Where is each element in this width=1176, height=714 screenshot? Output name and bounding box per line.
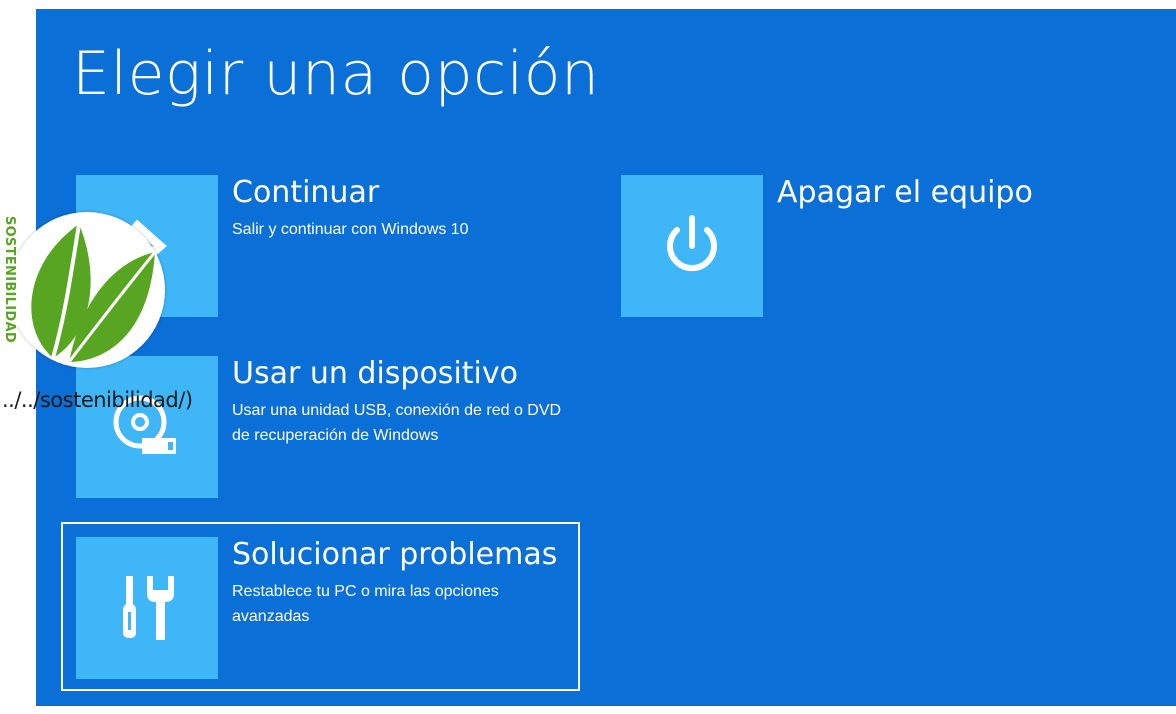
- shutdown-option[interactable]: Apagar el equipo: [621, 175, 1101, 317]
- use-device-tile: [76, 356, 218, 498]
- sustainability-link[interactable]: ../../sostenibilidad/): [2, 388, 193, 412]
- sustainability-badge[interactable]: SOSTENIBILIDAD: [0, 210, 170, 375]
- troubleshoot-tile: [76, 537, 218, 679]
- use-device-title: Usar un dispositivo: [232, 356, 518, 391]
- shutdown-title: Apagar el equipo: [777, 175, 1033, 210]
- page-title: Elegir una opción: [72, 39, 600, 109]
- troubleshoot-option[interactable]: Solucionar problemas Restablece tu PC o …: [76, 537, 616, 679]
- use-device-description: Usar una unidad USB, conexión de red o D…: [232, 402, 562, 444]
- recovery-screen: Elegir una opción Continuar Salir y cont…: [36, 9, 1176, 706]
- troubleshoot-description: Restablece tu PC o mira las opciones ava…: [232, 583, 499, 625]
- badge-label: SOSTENIBILIDAD: [2, 216, 17, 343]
- troubleshoot-title: Solucionar problemas: [232, 537, 558, 572]
- badge-circle: [9, 212, 165, 368]
- continue-title: Continuar: [232, 175, 380, 210]
- leaf-icon: [31, 223, 157, 363]
- continue-description: Salir y continuar con Windows 10: [232, 221, 469, 238]
- tools-icon: [123, 576, 174, 640]
- shutdown-tile: [621, 175, 763, 317]
- power-icon: [667, 215, 717, 272]
- use-device-option[interactable]: Usar un dispositivo Usar una unidad USB,…: [76, 356, 616, 498]
- badge-label-strip: SOSTENIBILIDAD: [0, 214, 17, 374]
